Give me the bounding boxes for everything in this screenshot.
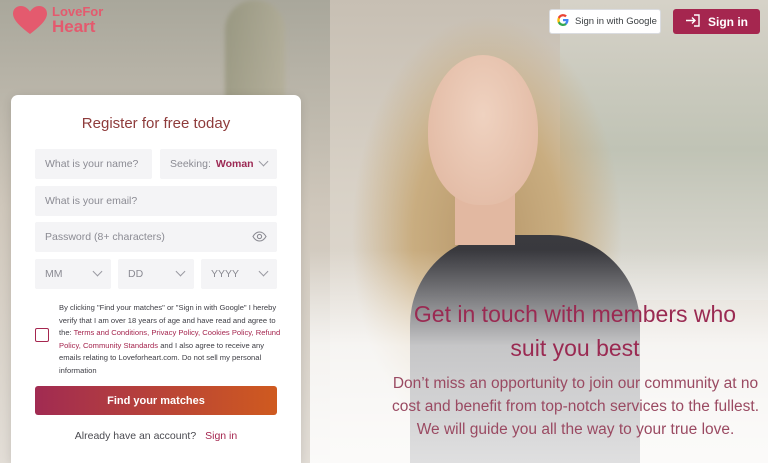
- chevron-down-icon: [258, 266, 269, 277]
- seeking-label: Seeking:: [170, 158, 211, 170]
- name-input[interactable]: What is your name?: [35, 149, 152, 179]
- panel-title: Register for free today: [81, 115, 231, 132]
- hero-title: Get in touch with members who suit you b…: [413, 301, 737, 361]
- chevron-down-icon: [258, 156, 269, 167]
- seeking-value: Woman: [215, 158, 254, 170]
- google-signin-label: Sign in with Google: [575, 16, 657, 27]
- heart-icon: [12, 5, 48, 35]
- find-matches-button[interactable]: Find your matches: [35, 386, 277, 415]
- already-account-row: Already have an account? Sign in: [74, 430, 238, 442]
- birth-day-select[interactable]: DD: [118, 259, 194, 289]
- google-icon: [557, 14, 569, 29]
- email-input[interactable]: What is your email?: [35, 186, 277, 216]
- eye-icon[interactable]: [252, 231, 267, 242]
- chevron-down-icon: [175, 266, 186, 277]
- password-input[interactable]: Password (8+ characters): [35, 222, 277, 252]
- signin-label: Sign in: [708, 14, 748, 29]
- signin-arrow-icon: [685, 13, 700, 30]
- registration-panel: Register for free today What is your nam…: [11, 95, 301, 463]
- community-link[interactable]: Community Standards: [83, 341, 158, 350]
- hero-subtitle: Don’t miss an opportunity to join our co…: [391, 375, 760, 438]
- signin-link[interactable]: Sign in: [205, 430, 237, 442]
- google-signin-button[interactable]: Sign in with Google: [549, 9, 661, 34]
- cookies-link[interactable]: Cookies Policy,: [202, 328, 253, 337]
- signin-button[interactable]: Sign in: [673, 9, 760, 34]
- privacy-link[interactable]: Privacy Policy,: [151, 328, 200, 337]
- terms-checkbox[interactable]: [35, 328, 49, 342]
- birth-month-select[interactable]: MM: [35, 259, 111, 289]
- terms-text: By clicking "Find your matches" or "Sign…: [59, 303, 281, 375]
- logo[interactable]: LoveFor Heart: [12, 5, 103, 35]
- terms-link[interactable]: Terms and Conditions,: [74, 328, 150, 337]
- chevron-down-icon: [92, 266, 103, 277]
- seeking-select[interactable]: Seeking: Woman: [160, 149, 277, 179]
- brand-name-line2: Heart: [52, 17, 96, 36]
- birth-year-select[interactable]: YYYY: [201, 259, 277, 289]
